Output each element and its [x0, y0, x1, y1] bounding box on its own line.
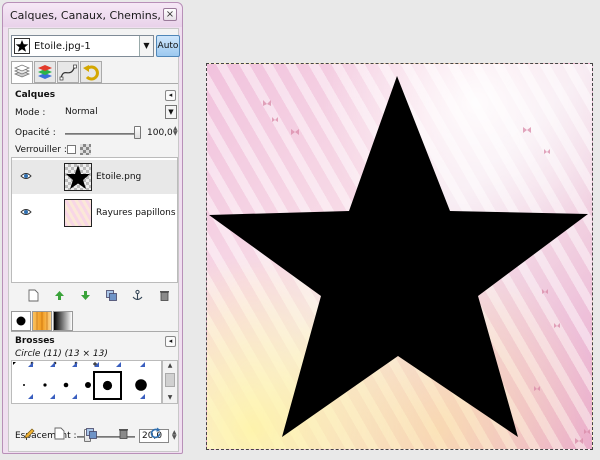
- canvas-artwork: [209, 76, 590, 444]
- tab-patterns[interactable]: [32, 311, 52, 331]
- selected-brush-name: Circle (11) (13 × 13): [15, 349, 108, 359]
- anchor-layer-icon[interactable]: [131, 289, 144, 302]
- tab-separator: [11, 83, 178, 84]
- duplicate-layer-icon[interactable]: [105, 289, 118, 302]
- brush-thumbnails[interactable]: [12, 361, 163, 405]
- chevron-down-icon[interactable]: ▼: [165, 105, 177, 119]
- lock-pixels-checkbox[interactable]: [67, 145, 76, 154]
- scrollbar-thumb[interactable]: [165, 373, 175, 387]
- undo-history-icon: [83, 65, 99, 81]
- image-canvas[interactable]: [206, 63, 593, 450]
- lower-layer-icon[interactable]: [79, 289, 92, 302]
- eye-icon[interactable]: [20, 170, 32, 182]
- tab-layers[interactable]: [11, 61, 33, 84]
- new-brush-icon[interactable]: [53, 427, 66, 440]
- layer-thumbnail: [64, 199, 92, 227]
- delete-layer-icon[interactable]: [158, 289, 171, 302]
- layer-row[interactable]: Etoile.png: [12, 160, 177, 194]
- lock-alpha-icon[interactable]: [80, 144, 91, 155]
- dock-titlebar[interactable]: Calques, Canaux, Chemins, ... ×: [3, 3, 182, 27]
- scroll-down-icon[interactable]: ▼: [163, 393, 177, 403]
- raise-layer-icon[interactable]: [53, 289, 66, 302]
- new-layer-icon[interactable]: [27, 289, 40, 302]
- close-icon[interactable]: ×: [163, 8, 177, 21]
- tab-brushes[interactable]: [11, 311, 31, 331]
- opacity-value[interactable]: 100,0: [147, 128, 173, 138]
- opacity-label: Opacité :: [15, 128, 56, 138]
- image-selector[interactable]: Etoile.jpg-1 ▼: [11, 35, 154, 57]
- chevron-down-icon[interactable]: ▼: [139, 36, 153, 56]
- edit-brush-icon[interactable]: [23, 427, 36, 440]
- opacity-spinner-icon[interactable]: ▲ ▼: [173, 126, 178, 137]
- eye-icon[interactable]: [20, 206, 32, 218]
- opacity-slider-handle[interactable]: [134, 126, 141, 139]
- lock-label: Verrouiller :: [15, 145, 67, 155]
- channels-icon: [38, 65, 52, 79]
- paths-icon: [59, 64, 77, 81]
- tab-separator: [11, 331, 178, 332]
- layer-thumbnail: [64, 163, 92, 191]
- delete-brush-icon[interactable]: [117, 427, 130, 440]
- scroll-up-icon[interactable]: ▲: [163, 361, 177, 371]
- gradient-icon: [54, 312, 72, 330]
- star-thumbnail-icon: [14, 38, 30, 54]
- dock-content: Etoile.jpg-1 ▼ Auto Calques ◂ Mode: Nor…: [8, 28, 180, 452]
- layers-dock-window: Calques, Canaux, Chemins, ... × Etoile.j…: [2, 2, 183, 454]
- tab-channels[interactable]: [34, 61, 56, 83]
- layers-icon: [13, 64, 31, 78]
- brush-scrollbar[interactable]: ▲ ▼: [162, 360, 178, 404]
- duplicate-brush-icon[interactable]: [85, 427, 98, 440]
- brush-grid: [11, 360, 162, 404]
- tab-menu-icon[interactable]: ◂: [165, 336, 176, 347]
- dock-title: Calques, Canaux, Chemins, ...: [10, 9, 175, 22]
- layers-panel-title: Calques: [15, 90, 56, 100]
- opacity-slider[interactable]: [65, 133, 138, 135]
- tab-paths[interactable]: [57, 61, 79, 83]
- brush-icon: [16, 316, 26, 326]
- layers-button-bar: [11, 287, 178, 305]
- mode-select[interactable]: Normal ▼: [55, 105, 177, 120]
- auto-button[interactable]: Auto: [156, 35, 180, 57]
- layers-list: Etoile.png Rayures papillons: [11, 157, 178, 283]
- brushes-panel-title: Brosses: [15, 336, 55, 346]
- pattern-icon: [36, 312, 48, 330]
- layer-name[interactable]: Rayures papillons: [96, 208, 176, 218]
- mode-label: Mode :: [15, 108, 46, 118]
- mode-value: Normal: [65, 107, 98, 117]
- star-shape: [209, 76, 588, 437]
- tab-undo-history[interactable]: [80, 61, 102, 83]
- layer-name[interactable]: Etoile.png: [96, 172, 141, 182]
- tab-gradients[interactable]: [53, 311, 73, 331]
- brushes-button-bar: [9, 426, 176, 442]
- image-selector-value: Etoile.jpg-1: [34, 41, 91, 52]
- tab-menu-icon[interactable]: ◂: [165, 90, 176, 101]
- layer-row[interactable]: Rayures papillons: [12, 196, 177, 230]
- refresh-brushes-icon[interactable]: [149, 427, 162, 440]
